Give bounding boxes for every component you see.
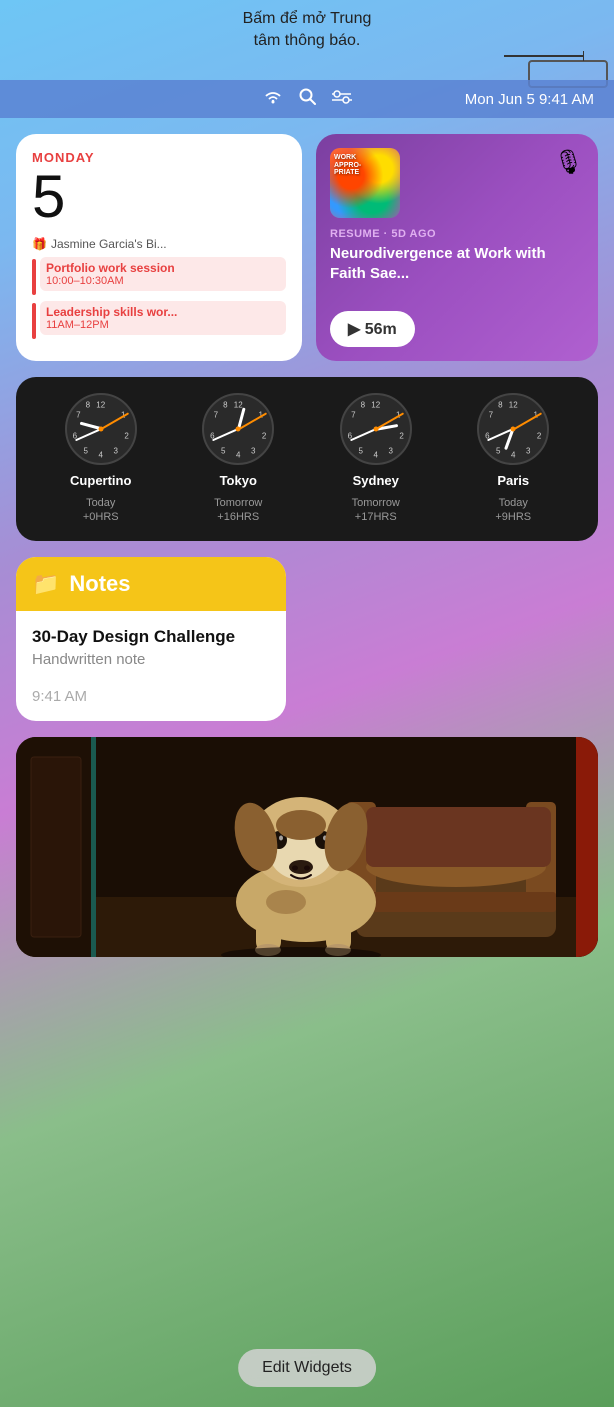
podcast-duration: ▶ 56m <box>348 319 397 339</box>
tokyo-minute-hand <box>212 428 238 441</box>
podcast-app-icon: 🎙 <box>554 148 584 177</box>
birthday-text: Jasmine Garcia's Bi... <box>51 237 167 251</box>
notes-note-title: 30-Day Design Challenge <box>32 627 270 647</box>
clock-widget[interactable]: 12 1 2 3 4 5 6 7 8 Cupertino Today+0H <box>16 377 598 541</box>
cupertino-minute-hand <box>75 428 101 441</box>
sydney-info: Tomorrow+17HRS <box>352 496 400 525</box>
paris-second-hand <box>513 412 541 429</box>
cupertino-info: Today+0HRS <box>83 496 119 525</box>
cal-birthday-event: 🎁 Jasmine Garcia's Bi... <box>32 237 286 251</box>
notes-title: Notes <box>69 571 130 597</box>
notes-widget[interactable]: 📁 Notes 30-Day Design Challenge Handwrit… <box>16 557 286 721</box>
cal-event-title-2: Leadership skills wor... <box>46 305 280 319</box>
podcast-resume-label: RESUME · 5D AGO <box>330 228 584 240</box>
tokyo-info: Tomorrow+16HRS <box>214 496 262 525</box>
cupertino-city: Cupertino <box>70 473 131 488</box>
podcast-artwork: WORKAPPRO-PRIATE <box>330 148 400 218</box>
paris-center-dot <box>511 427 516 432</box>
dog-scene <box>16 737 598 957</box>
clock-face-tokyo: 12 1 2 3 4 5 6 7 8 <box>202 393 274 465</box>
cal-event-1: Portfolio work session 10:00–10:30AM <box>32 257 286 295</box>
cal-event-title-1: Portfolio work session <box>46 261 280 275</box>
cal-event-time-1: 10:00–10:30AM <box>46 275 280 287</box>
tokyo-city: Tokyo <box>220 473 257 488</box>
podcast-play-button[interactable]: ▶ 56m <box>330 311 415 347</box>
status-datetime: Mon Jun 5 9:41 AM <box>465 91 594 108</box>
tokyo-center-dot <box>236 427 241 432</box>
status-bar: Mon Jun 5 9:41 AM <box>0 80 614 118</box>
widgets-area: MONDAY 5 🎁 Jasmine Garcia's Bi... Portfo… <box>0 118 614 973</box>
notes-content: 30-Day Design Challenge Handwritten note… <box>16 611 286 721</box>
birthday-icon: 🎁 <box>32 237 47 251</box>
cal-event-bar-1 <box>32 259 36 295</box>
photo-widget[interactable] <box>16 737 598 957</box>
clock-face-sydney: 12 1 2 3 4 5 6 7 8 <box>340 393 412 465</box>
sydney-minute-hand <box>350 428 376 441</box>
edit-widgets-button[interactable]: Edit Widgets <box>238 1349 376 1387</box>
notes-folder-icon: 📁 <box>32 571 59 597</box>
sydney-center-dot <box>373 427 378 432</box>
dog-svg <box>16 737 598 957</box>
podcast-widget[interactable]: WORKAPPRO-PRIATE 🎙 RESUME · 5D AGO Neuro… <box>316 134 598 361</box>
clock-face-paris: 12 1 2 3 4 5 6 7 8 <box>477 393 549 465</box>
notes-header: 📁 Notes <box>16 557 286 611</box>
notes-timestamp: 9:41 AM <box>32 688 270 705</box>
paris-city: Paris <box>497 473 529 488</box>
podcast-top: WORKAPPRO-PRIATE 🎙 <box>330 148 584 218</box>
calendar-widget[interactable]: MONDAY 5 🎁 Jasmine Garcia's Bi... Portfo… <box>16 134 302 361</box>
cal-date-number: 5 <box>32 167 286 227</box>
clock-cupertino: 12 1 2 3 4 5 6 7 8 Cupertino Today+0H <box>65 393 137 525</box>
clock-face-cupertino: 12 1 2 3 4 5 6 7 8 <box>65 393 137 465</box>
cupertino-center-dot <box>98 427 103 432</box>
clock-paris: 12 1 2 3 4 5 6 7 8 Paris Today+9HRS <box>477 393 549 525</box>
row-1: MONDAY 5 🎁 Jasmine Garcia's Bi... Portfo… <box>16 134 598 361</box>
clock-tokyo: 12 1 2 3 4 5 6 7 8 Tokyo Tomorrow+16H <box>202 393 274 525</box>
cal-event-2: Leadership skills wor... 11AM–12PM <box>32 301 286 339</box>
podcast-artwork-text: WORKAPPRO-PRIATE <box>334 154 361 177</box>
cal-event-time-2: 11AM–12PM <box>46 319 280 331</box>
tooltip-line1: Bấm để mở Trung <box>0 8 614 30</box>
tooltip-line2: tâm thông báo. <box>0 30 614 52</box>
cal-event-bar-2 <box>32 303 36 339</box>
tooltip-indicator <box>504 55 584 57</box>
controls-icon <box>332 89 352 109</box>
paris-info: Today+9HRS <box>495 496 531 525</box>
cal-day-label: MONDAY <box>32 150 286 165</box>
clock-sydney: 12 1 2 3 4 5 6 7 8 Sydney Tomorrow+17 <box>340 393 412 525</box>
search-icon <box>299 88 316 110</box>
podcast-title: Neurodivergence at Work with Faith Sae..… <box>330 244 584 311</box>
tooltip-area: Bấm để mở Trung tâm thông báo. <box>0 0 614 57</box>
notes-note-subtitle: Handwritten note <box>32 651 270 668</box>
sydney-city: Sydney <box>353 473 399 488</box>
wifi-icon <box>263 90 283 109</box>
cal-event-content-2: Leadership skills wor... 11AM–12PM <box>40 301 286 335</box>
cal-event-content-1: Portfolio work session 10:00–10:30AM <box>40 257 286 291</box>
cupertino-second-hand <box>100 412 128 429</box>
